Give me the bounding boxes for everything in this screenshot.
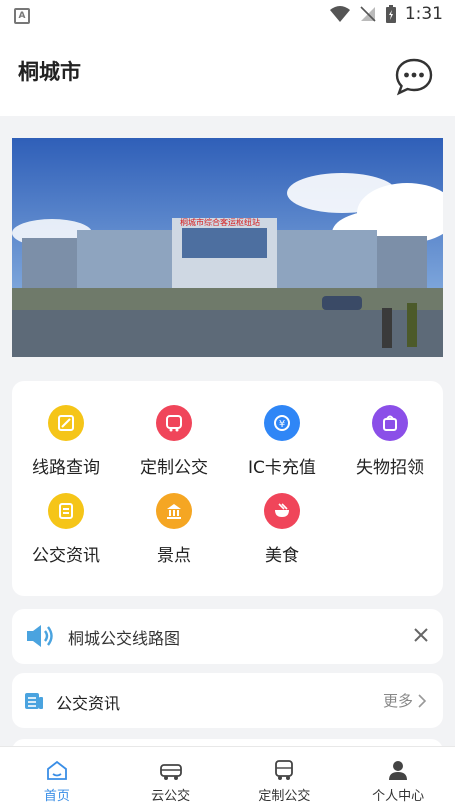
grid-label: 美食 — [265, 546, 299, 566]
status-icons: 1:31 — [329, 4, 443, 24]
grid-item-route-query[interactable]: 线路查询 — [12, 405, 120, 478]
message-button[interactable] — [393, 56, 435, 98]
ic-card-recharge-icon: ¥ — [264, 405, 300, 441]
tab-label: 云公交 — [151, 789, 191, 804]
cloud-bus-icon — [159, 764, 182, 780]
custom-bus-tab-icon — [275, 760, 294, 780]
grid-item-scenic[interactable]: 景点 — [120, 493, 228, 566]
banner-image[interactable]: 桐城市综合客运枢纽站 — [12, 138, 443, 357]
route-query-icon — [48, 405, 84, 441]
notice-bar[interactable]: 桐城公交线路图 — [12, 609, 443, 664]
speaker-icon — [27, 625, 53, 647]
bottom-tab-bar: 首页 云公交 定制公交 个人中心 — [0, 746, 455, 810]
wifi-icon — [329, 6, 350, 22]
svg-text:¥: ¥ — [279, 419, 285, 430]
person-icon — [389, 761, 408, 780]
custom-bus-icon — [156, 405, 192, 441]
tab-profile[interactable]: 个人中心 — [341, 747, 455, 810]
tab-custom-bus[interactable]: 定制公交 — [228, 747, 342, 810]
chat-bubble-icon — [395, 58, 433, 96]
grid-label: 公交资讯 — [32, 546, 100, 566]
news-title: 公交资讯 — [56, 694, 121, 713]
scenic-spot-icon — [156, 493, 192, 529]
close-icon — [414, 628, 428, 642]
no-signal-icon — [360, 6, 376, 22]
function-grid: 线路查询 定制公交 ¥ IC卡充值 失物招领 公交资讯 景点 美食 — [12, 381, 443, 596]
tab-label: 定制公交 — [258, 789, 311, 804]
news-more-link[interactable]: 更多 — [383, 690, 427, 711]
bus-news-icon — [48, 493, 84, 529]
news-section-header: 公交资讯 更多 — [12, 673, 443, 728]
notice-close-button[interactable] — [409, 623, 433, 647]
tab-label: 首页 — [43, 789, 70, 804]
grid-item-food[interactable]: 美食 — [228, 493, 336, 566]
app-header: 桐城市 — [0, 32, 455, 116]
tab-home[interactable]: 首页 — [0, 747, 114, 810]
page-title: 桐城市 — [18, 60, 81, 84]
news-icon — [25, 693, 43, 709]
tab-cloud-bus[interactable]: 云公交 — [114, 747, 228, 810]
grid-label: 景点 — [157, 546, 191, 566]
chevron-right-icon — [418, 693, 427, 708]
tab-label: 个人中心 — [372, 789, 425, 804]
lost-found-icon — [372, 405, 408, 441]
home-icon — [46, 760, 67, 780]
grid-item-ic-card[interactable]: ¥ IC卡充值 — [228, 405, 336, 478]
grid-label: 定制公交 — [140, 458, 208, 478]
notice-text: 桐城公交线路图 — [68, 629, 181, 648]
battery-charging-icon — [385, 5, 396, 23]
station-sign: 桐城市综合客运枢纽站 — [180, 217, 260, 227]
grid-item-lost-found[interactable]: 失物招领 — [336, 405, 444, 478]
food-icon — [264, 493, 300, 529]
status-time: 1:31 — [404, 4, 443, 24]
grid-item-bus-news[interactable]: 公交资讯 — [12, 493, 120, 566]
notification-badge: A — [14, 8, 30, 24]
status-bar: A 1:31 — [0, 0, 455, 32]
grid-label: 线路查询 — [32, 458, 100, 478]
grid-item-custom-bus[interactable]: 定制公交 — [120, 405, 228, 478]
station-illustration: 桐城市综合客运枢纽站 — [12, 138, 443, 357]
grid-label: 失物招领 — [356, 458, 424, 478]
more-label: 更多 — [382, 692, 413, 710]
grid-label: IC卡充值 — [248, 458, 316, 478]
